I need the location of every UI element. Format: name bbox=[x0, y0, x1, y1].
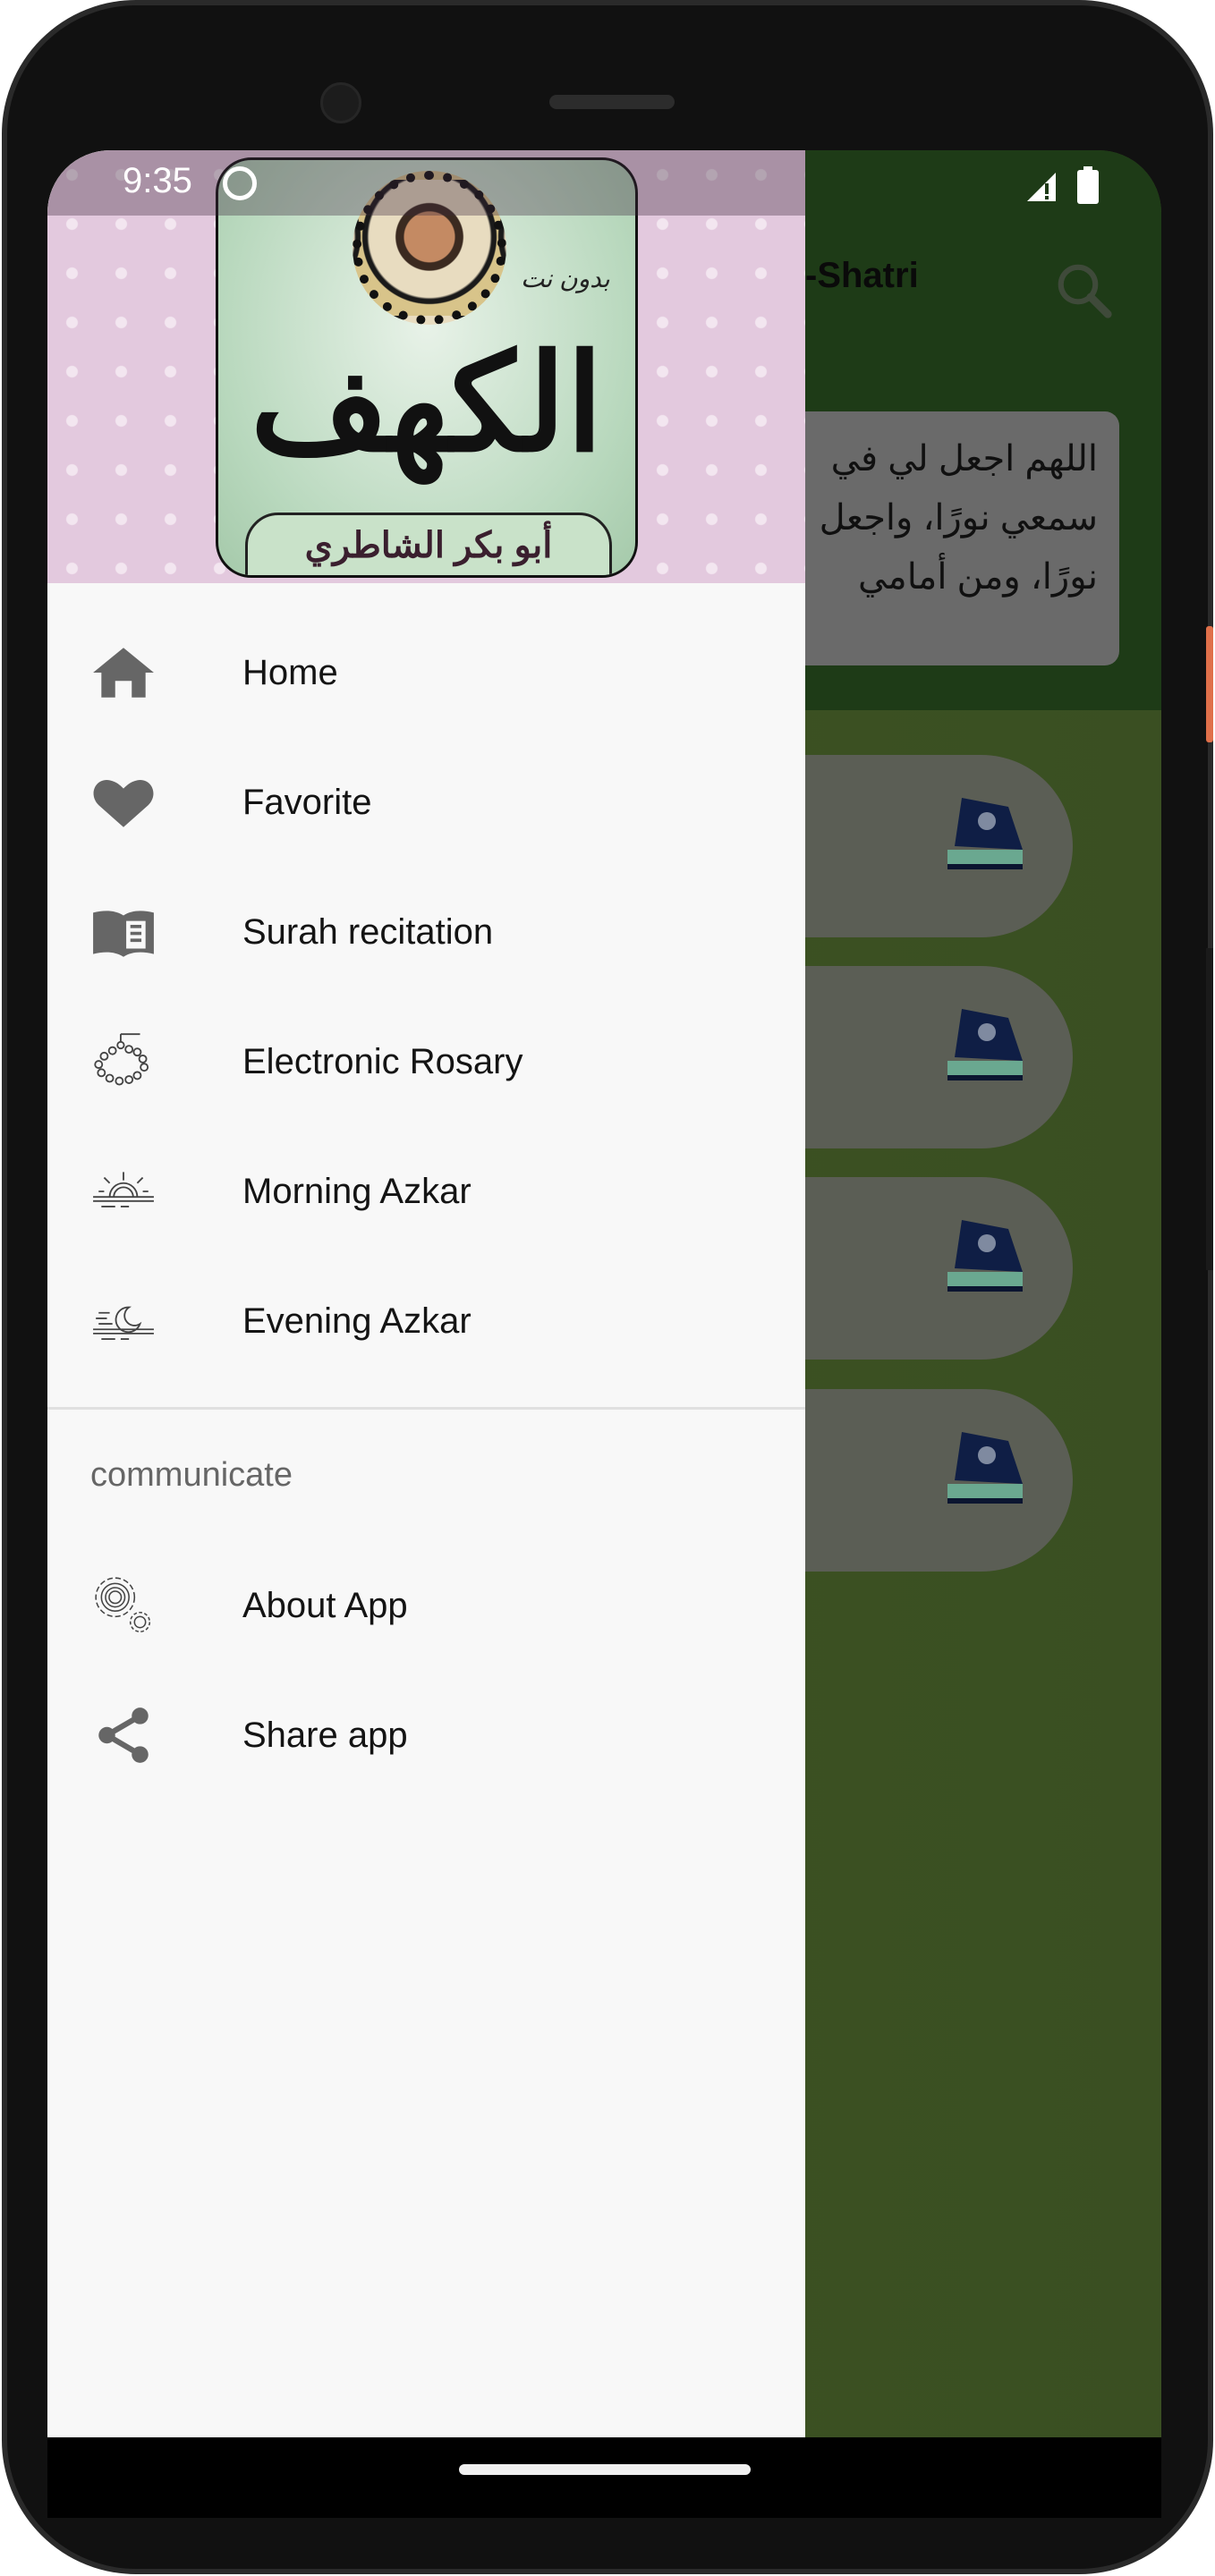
cover-reciter: أبو بكر الشاطري bbox=[245, 513, 612, 575]
heart-icon bbox=[93, 779, 154, 827]
navigation-bar bbox=[47, 2437, 1161, 2518]
dua-card: اللهم اجعل لي في سمعي نورًا، واجعل نورًا… bbox=[781, 411, 1119, 665]
dua-line: نورًا، ومن أمامي bbox=[857, 557, 1098, 597]
drawer-item-label: Morning Azkar bbox=[242, 1171, 472, 1211]
app-title: -Shatri bbox=[805, 256, 919, 295]
cover-title: الكهف bbox=[250, 325, 604, 482]
dua-line: سمعي نورًا، واجعل bbox=[819, 498, 1098, 538]
drawer-item-favorite[interactable]: Favorite bbox=[47, 749, 805, 856]
drawer-item-label: Surah recitation bbox=[242, 911, 494, 952]
drawer-item-share-app[interactable]: Share app bbox=[47, 1682, 805, 1789]
quran-book-icon bbox=[947, 1009, 1023, 1080]
screen: -Shatri اللهم اجعل لي في سمعي نورًا، واج… bbox=[47, 150, 1161, 2437]
status-bar bbox=[47, 150, 1161, 216]
open-book-icon bbox=[93, 911, 154, 957]
quran-book-icon bbox=[947, 1220, 1023, 1292]
share-icon bbox=[98, 1707, 149, 1763]
drawer-item-label: Electronic Rosary bbox=[242, 1041, 523, 1081]
moon-icon bbox=[93, 1306, 154, 1340]
app-cover-image: بدون نت الكهف أبو بكر الشاطري bbox=[216, 157, 638, 578]
search-icon[interactable] bbox=[1053, 259, 1116, 322]
drawer-item-home[interactable]: Home bbox=[47, 619, 805, 726]
drawer-item-label: Share app bbox=[242, 1715, 408, 1755]
gears-icon bbox=[95, 1577, 151, 1633]
drawer-item-label: Evening Azkar bbox=[242, 1301, 472, 1341]
front-camera bbox=[320, 82, 361, 123]
dua-line: اللهم اجعل لي في bbox=[830, 439, 1098, 479]
quran-book-icon bbox=[947, 1432, 1023, 1504]
drawer-item-electronic-rosary[interactable]: Electronic Rosary bbox=[47, 1008, 805, 1115]
drawer-item-morning-azkar[interactable]: Morning Azkar bbox=[47, 1138, 805, 1245]
sunrise-icon bbox=[93, 1172, 154, 1208]
volume-button bbox=[1206, 948, 1213, 1270]
drawer-item-label: Home bbox=[242, 652, 338, 692]
signal-icon bbox=[1027, 173, 1056, 201]
drawer-item-label: Favorite bbox=[242, 782, 372, 822]
home-icon bbox=[93, 648, 154, 698]
home-indicator[interactable] bbox=[459, 2464, 751, 2475]
section-title: communicate bbox=[90, 1456, 293, 1494]
cover-subtitle: بدون نت bbox=[521, 265, 610, 292]
drawer-item-surah-recitation[interactable]: Surah recitation bbox=[47, 878, 805, 986]
rosary-icon bbox=[94, 1033, 149, 1086]
quran-book-icon bbox=[947, 798, 1023, 869]
drawer-item-about-app[interactable]: About App bbox=[47, 1552, 805, 1659]
drawer-divider bbox=[47, 1407, 805, 1410]
earpiece-speaker bbox=[549, 95, 675, 109]
drawer-item-label: About App bbox=[242, 1585, 408, 1625]
navigation-drawer: بدون نت الكهف أبو بكر الشاطري 9:35 Home … bbox=[47, 150, 805, 2437]
drawer-item-evening-azkar[interactable]: Evening Azkar bbox=[47, 1267, 805, 1375]
power-button bbox=[1206, 626, 1213, 742]
battery-icon bbox=[1077, 166, 1099, 204]
